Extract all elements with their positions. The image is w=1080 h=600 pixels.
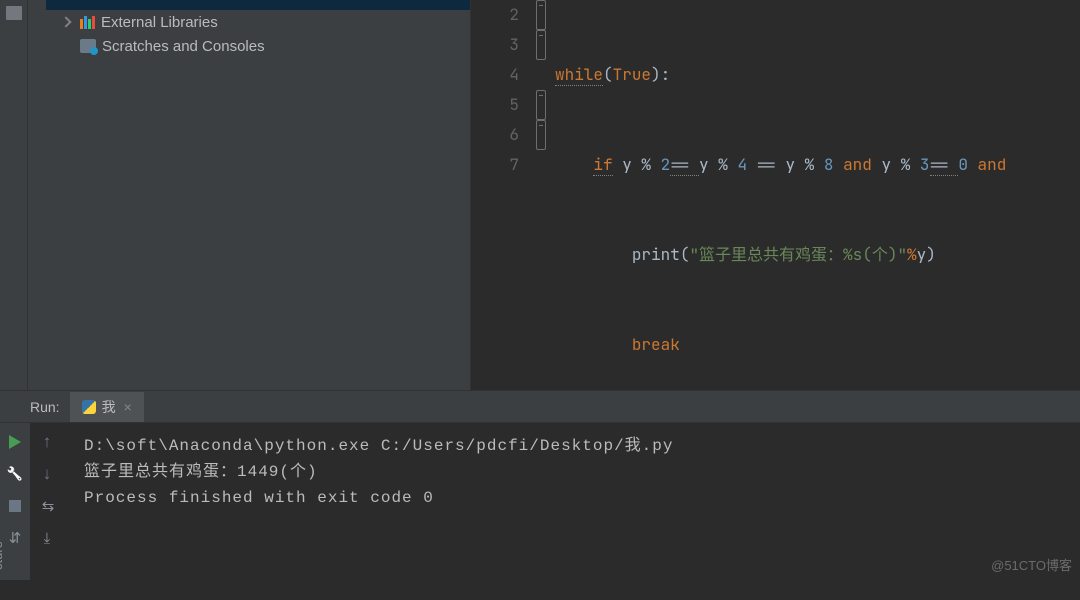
project-tree[interactable]: External Libraries Scratches and Console… <box>28 0 471 390</box>
fold-icon[interactable] <box>536 30 546 60</box>
scratches-item[interactable]: Scratches and Consoles <box>28 34 470 58</box>
fold-icon[interactable] <box>536 0 546 30</box>
run-header: Run: 我 × <box>0 391 1080 423</box>
line-number: 7 <box>471 150 519 180</box>
up-button[interactable]: ↑ <box>38 433 56 451</box>
stop-button[interactable] <box>6 497 24 515</box>
scroll-end-button[interactable]: ⤓ <box>38 529 56 547</box>
run-tab-label: 我 <box>102 397 116 417</box>
code-editor[interactable]: 2 3 4 5 6 7 while(True): if y % 2== y % … <box>471 0 1080 390</box>
run-toolbar-nav: ↑ ↓ ⇆ ⤓ <box>30 423 64 580</box>
run-body: ⇵ ↑ ↓ ⇆ ⤓ D:\soft\Anaconda\python.exe C:… <box>0 423 1080 580</box>
fold-gutter <box>531 0 551 390</box>
fold-end-icon[interactable] <box>536 90 546 120</box>
chevron-right-icon <box>60 16 71 27</box>
wrench-icon <box>8 467 22 481</box>
watermark: @51CTO博客 <box>991 555 1072 574</box>
console-line: D:\soft\Anaconda\python.exe C:/Users/pdc… <box>84 433 1060 459</box>
line-number: 6 <box>471 120 519 150</box>
layout-button[interactable]: ⇵ <box>6 529 24 547</box>
tree-selected-row[interactable] <box>46 0 470 10</box>
settings-button[interactable] <box>6 465 24 483</box>
line-number: 4 <box>471 60 519 90</box>
stop-icon <box>9 500 21 512</box>
line-number: 3 <box>471 30 519 60</box>
tree-item-label: Scratches and Consoles <box>102 38 265 55</box>
left-gutter-strip <box>0 0 28 390</box>
vertical-tab-label[interactable]: cture <box>0 541 5 570</box>
close-icon[interactable]: × <box>124 399 132 415</box>
external-libraries-item[interactable]: External Libraries <box>28 10 470 34</box>
line-number: 5 <box>471 90 519 120</box>
run-tab[interactable]: 我 × <box>70 392 144 422</box>
console-output[interactable]: D:\soft\Anaconda\python.exe C:/Users/pdc… <box>64 423 1080 580</box>
tree-item-label: External Libraries <box>101 14 218 31</box>
python-icon <box>82 400 96 414</box>
line-number-gutter: 2 3 4 5 6 7 <box>471 0 531 390</box>
fold-end-icon[interactable] <box>536 120 546 150</box>
rerun-button[interactable] <box>6 433 24 451</box>
libraries-icon <box>80 16 95 29</box>
down-button[interactable]: ↓ <box>38 465 56 483</box>
scratches-icon <box>80 39 96 53</box>
top-area: External Libraries Scratches and Console… <box>0 0 1080 390</box>
code-content[interactable]: while(True): if y % 2== y % 4 == y % 8 a… <box>551 0 1080 390</box>
console-line: Process finished with exit code 0 <box>84 485 1060 511</box>
run-label: Run: <box>30 399 60 415</box>
line-number: 2 <box>471 0 519 30</box>
folder-icon[interactable] <box>6 6 22 20</box>
soft-wrap-button[interactable]: ⇆ <box>38 497 56 515</box>
run-panel: Run: 我 × ⇵ ↑ ↓ ⇆ ⤓ D:\soft\Anaconda\pyth… <box>0 390 1080 580</box>
console-line: 篮子里总共有鸡蛋：1449(个) <box>84 459 1060 485</box>
play-icon <box>9 435 21 449</box>
